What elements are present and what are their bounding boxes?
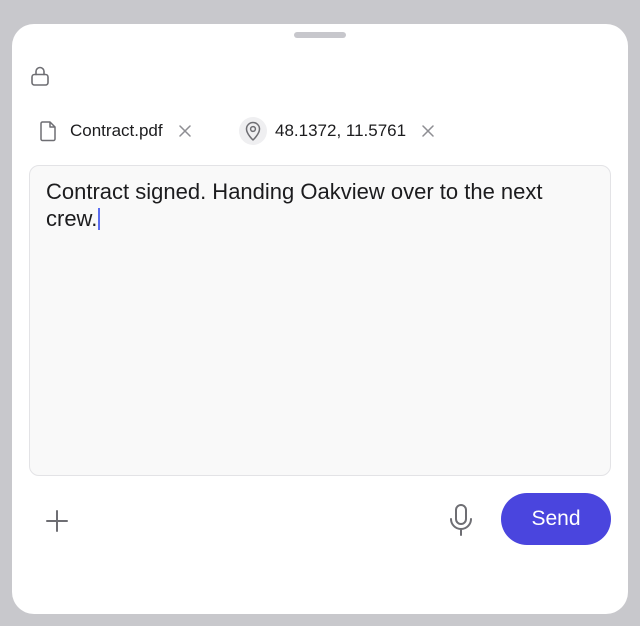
message-text-area[interactable]: Contract signed. Handing Oakview over to… bbox=[29, 165, 611, 476]
attachment-label: Contract.pdf bbox=[70, 121, 163, 140]
compose-sheet: Contract.pdf 48.1372, 11.5761 Contract s… bbox=[12, 24, 628, 614]
attachment-chip-file[interactable]: Contract.pdf bbox=[34, 116, 195, 146]
remove-attachment-close-icon[interactable] bbox=[175, 121, 195, 141]
message-text: Contract signed. Handing Oakview over to… bbox=[46, 179, 543, 231]
location-pin-icon bbox=[239, 117, 267, 145]
add-attachment-plus-icon[interactable] bbox=[42, 506, 72, 536]
sheet-grabber[interactable] bbox=[294, 32, 346, 38]
text-cursor bbox=[98, 208, 100, 230]
attachment-chip-location[interactable]: 48.1372, 11.5761 bbox=[239, 116, 438, 146]
attachment-label: 48.1372, 11.5761 bbox=[275, 121, 407, 140]
lock-icon bbox=[28, 64, 52, 88]
remove-attachment-close-icon[interactable] bbox=[418, 121, 438, 141]
send-button[interactable]: Send bbox=[501, 493, 611, 545]
document-icon bbox=[34, 117, 62, 145]
microphone-icon[interactable] bbox=[444, 502, 478, 538]
